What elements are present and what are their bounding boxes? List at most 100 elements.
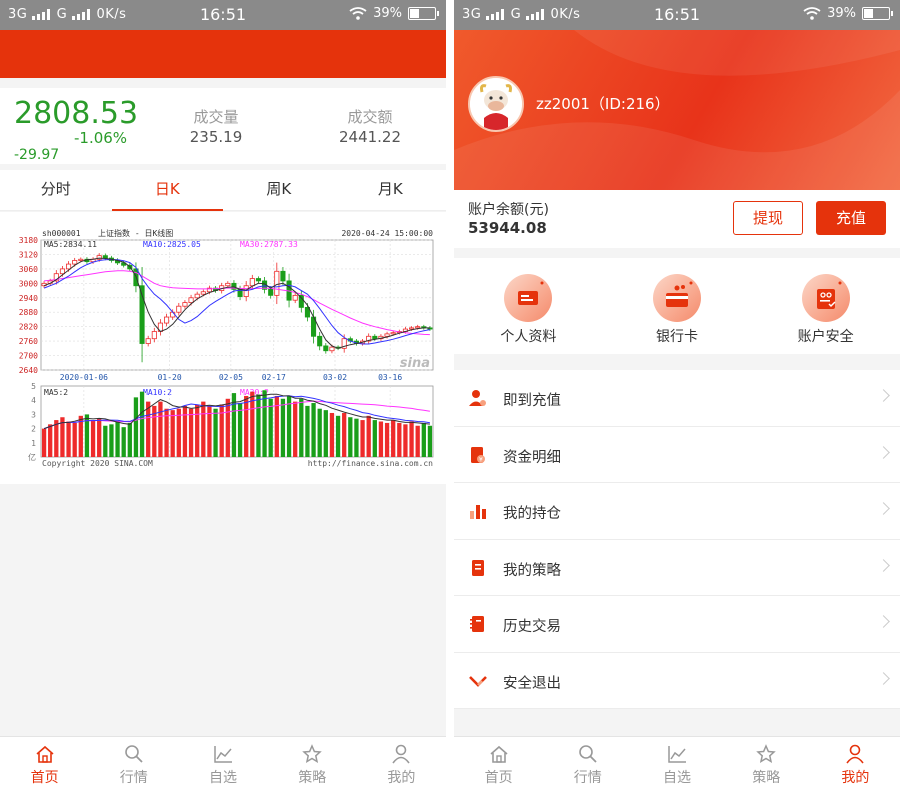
volume-value: 235.19 (189, 128, 243, 146)
volume-bar (335, 415, 341, 457)
avatar[interactable] (468, 76, 524, 132)
withdraw-button[interactable]: 提现 (733, 201, 803, 235)
shortcut-account-security[interactable]: 账户安全 (751, 258, 900, 354)
user-deposit-icon (469, 390, 486, 406)
menu-item-trade-history[interactable]: 历史交易 (454, 596, 900, 653)
date-tick-label: 02-17 (262, 373, 286, 382)
volume-tick-label: 4 (31, 396, 36, 405)
volume-bar (366, 415, 371, 457)
nav-mine[interactable]: 我的 (811, 737, 900, 793)
ma30-line (44, 270, 430, 336)
chevron-right-icon (877, 615, 890, 628)
menu-item-quick-deposit[interactable]: 即到充值 (454, 370, 900, 427)
strategy-book-icon (472, 559, 484, 576)
candle (164, 316, 170, 324)
menu-item-strategies[interactable]: 我的策略 (454, 540, 900, 596)
candle (243, 285, 249, 297)
nav-home[interactable]: 首页 (0, 737, 89, 793)
chart-period-tabs: 分时 日K 周K 月K (0, 170, 446, 211)
date-tick-label: 02-05 (219, 373, 243, 382)
tab-daily-k[interactable]: 日K (111, 170, 224, 211)
nav-label: 首页 (30, 770, 59, 786)
volume-tick-label: 5 (31, 382, 36, 391)
chevron-right-icon (877, 558, 890, 572)
chevron-right-icon (877, 389, 890, 402)
nav-home[interactable]: 首页 (454, 737, 543, 793)
shortcut-bank-card[interactable]: 银行卡 (603, 258, 752, 354)
candle (176, 305, 182, 313)
candle (390, 332, 396, 335)
chart-timestamp: 2020-04-24 15:00:00 (341, 229, 433, 238)
menu-item-logout[interactable]: 安全退出 (454, 653, 900, 709)
kline-chart[interactable]: sh000001 上证指数 - 日K线图 2020-04-24 15:00:00 MA… (0, 212, 446, 484)
candle (188, 297, 194, 303)
nav-market[interactable]: 行情 (89, 737, 178, 793)
status-bar: 3G G 0K/s 16:51 39% (0, 0, 446, 30)
chart-symbol: sh000001 (42, 229, 81, 238)
nav-label: 策略 (298, 770, 327, 786)
volume-bar (427, 425, 433, 457)
volume-bar (237, 403, 243, 457)
nav-label: 自选 (209, 770, 237, 786)
star-icon (756, 744, 776, 764)
shortcut-profile[interactable]: 个人资料 (454, 258, 603, 354)
candle (409, 327, 415, 330)
nav-strategy[interactable]: 策略 (268, 737, 357, 793)
ma10-label: MA10:2825.05 (143, 240, 201, 249)
kline-chart-card: sh000001 上证指数 - 日K线图 2020-04-24 15:00:00 MA… (0, 212, 446, 484)
volume-bar (293, 401, 298, 457)
vol-ma10-line (43, 395, 430, 430)
volume-bar (225, 398, 230, 457)
tab-monthly-k[interactable]: 月K (335, 170, 447, 210)
price-tick-label: 2700 (19, 352, 38, 361)
profile-header: zz2001（ID:216） (454, 30, 900, 190)
volume-bar (244, 395, 249, 457)
candle (72, 260, 78, 265)
bank-card-icon (653, 274, 701, 322)
sina-watermark: sina (400, 356, 430, 371)
nav-watchlist[interactable]: 自选 (632, 737, 721, 793)
account-menu: 即到充值 ¥ 资金明细 我的持仓 我的策略 历史交易 安全退出 (454, 370, 900, 709)
battery-level (410, 9, 420, 18)
shortcut-label: 银行卡 (656, 329, 698, 345)
bar-chart-icon (470, 505, 486, 519)
nav-market[interactable]: 行情 (543, 737, 632, 793)
history-notebook-icon (470, 616, 484, 632)
date-tick-label: 03-02 (323, 373, 347, 382)
nav-watchlist[interactable]: 自选 (178, 737, 267, 793)
volume-bar (409, 421, 414, 457)
wifi-icon (349, 7, 367, 20)
volume-bar (317, 408, 322, 457)
nav-mine[interactable]: 我的 (357, 737, 446, 793)
volume-bar (115, 421, 120, 457)
volume-bar (146, 401, 151, 457)
nav-strategy[interactable]: 策略 (722, 737, 811, 793)
index-quote: 2808.53 -1.06% -29.97 成交量 235.19 成交额 244… (0, 88, 446, 164)
volume-bar (133, 397, 139, 457)
volume-tick-label: 亿 (28, 452, 36, 462)
username: zz2001（ID:216） (536, 95, 670, 113)
volume-tick-label: 1 (31, 439, 36, 448)
deposit-button[interactable]: 充值 (816, 201, 886, 235)
candle (59, 268, 65, 275)
wifi-icon (803, 7, 821, 20)
volume-bar (421, 422, 426, 457)
candle (200, 291, 206, 295)
menu-item-fund-details[interactable]: ¥ 资金明细 (454, 427, 900, 483)
battery-icon (862, 7, 893, 20)
volume-bar (109, 424, 114, 457)
candle (102, 255, 108, 259)
balance-section: 账户余额(元) 53944.08 提现 充值 (454, 190, 900, 248)
nav-label: 我的 (387, 770, 416, 786)
tab-intraday[interactable]: 分时 (0, 170, 112, 210)
candle (225, 282, 231, 287)
logout-arrow-icon (469, 675, 487, 687)
volume-bar (158, 401, 163, 457)
volume-bar (391, 420, 396, 457)
tab-weekly-k[interactable]: 周K (223, 170, 335, 210)
menu-item-positions[interactable]: 我的持仓 (454, 483, 900, 540)
volume-bar (299, 398, 304, 457)
candle (323, 345, 329, 352)
candle (317, 335, 323, 347)
fund-details-icon: ¥ (471, 446, 485, 463)
